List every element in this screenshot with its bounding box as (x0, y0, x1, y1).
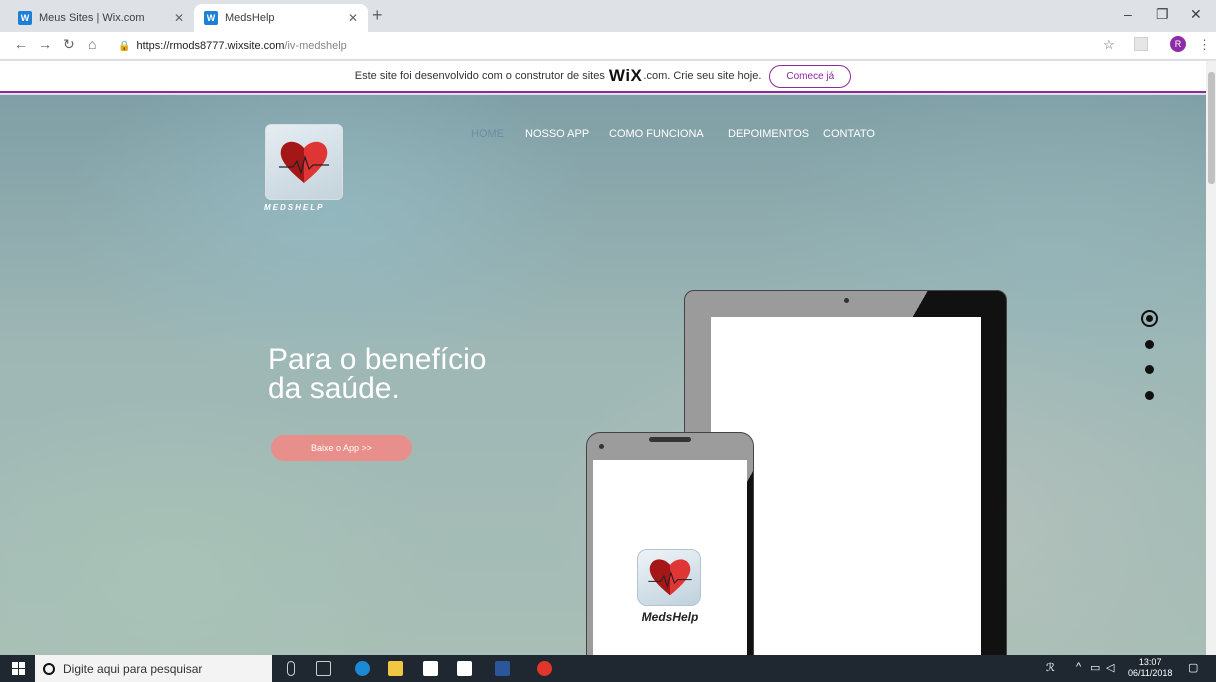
tray-chevron-icon[interactable]: ^ (1076, 661, 1081, 673)
logo-text: MEDSHELP (264, 203, 325, 212)
nav-como-funciona[interactable]: COMO FUNCIONA (609, 128, 704, 140)
headline-line-1: Para o benefício (268, 343, 487, 376)
wix-banner-text: Este site foi desenvolvido com o constru… (354, 70, 605, 82)
comece-ja-button[interactable]: Comece já (769, 64, 852, 88)
wix-banner-text-after: .com. Crie seu site hoje. (643, 70, 762, 82)
cortana-icon (43, 662, 55, 675)
windows-start-icon[interactable] (12, 662, 25, 675)
wix-logo: WiX (608, 66, 643, 85)
address-bar[interactable]: 🔒 https://rmods8777.wixsite.com/iv-medsh… (118, 36, 1098, 56)
new-tab-button[interactable]: + (372, 5, 383, 26)
wix-banner: Este site foi desenvolvido com o constru… (0, 61, 1206, 93)
reload-icon[interactable]: ↻ (63, 36, 75, 53)
mail-icon[interactable] (457, 661, 472, 676)
people-icon[interactable]: ℛ (1046, 661, 1055, 674)
wix-favicon-icon: W (204, 11, 218, 25)
tab-close-icon[interactable]: ✕ (348, 11, 358, 25)
phone-speaker (649, 437, 691, 442)
forward-icon[interactable]: → (38, 36, 52, 52)
nav-nosso-app[interactable]: NOSSO APP (525, 128, 589, 140)
notifications-icon[interactable]: ▢ (1188, 661, 1198, 674)
slide-dot-3[interactable] (1145, 365, 1154, 374)
heart-icon (648, 559, 692, 596)
scrollbar-thumb[interactable] (1208, 72, 1215, 184)
wix-favicon-icon: W (18, 11, 32, 25)
nav-contato[interactable]: CONTATO (823, 128, 875, 140)
tab-title: Meus Sites | Wix.com (39, 12, 145, 24)
restore-icon[interactable]: ❐ (1156, 6, 1169, 23)
browser-toolbar: ← → ↻ ⌂ 🔒 https://rmods8777.wixsite.com /… (0, 32, 1216, 60)
download-app-button[interactable]: Baixe o App >> (271, 435, 412, 461)
taskbar-search[interactable]: Digite aqui para pesquisar (35, 655, 272, 682)
slide-dot-1[interactable] (1141, 310, 1158, 327)
close-window-icon[interactable]: ✕ (1190, 6, 1202, 23)
profile-avatar[interactable]: R (1170, 36, 1186, 52)
nav-home[interactable]: HOME (471, 128, 504, 140)
url-path: /iv-medshelp (284, 40, 347, 52)
clock-date: 06/11/2018 (1128, 668, 1173, 678)
extension-icon[interactable] (1134, 37, 1148, 51)
bookmark-star-icon[interactable]: ☆ (1103, 37, 1115, 53)
medshelp-app-icon (637, 549, 701, 606)
back-icon[interactable]: ← (14, 36, 28, 52)
phone-camera (599, 444, 604, 449)
search-placeholder: Digite aqui para pesquisar (63, 661, 203, 676)
edge-icon[interactable] (355, 661, 370, 676)
tab-title: MedsHelp (225, 12, 275, 24)
file-explorer-icon[interactable] (388, 661, 403, 676)
slide-dot-4[interactable] (1145, 391, 1154, 400)
hero-headline: Para o benefício da saúde. (268, 343, 487, 405)
app-label: MedsHelp (641, 610, 699, 624)
menu-kebab-icon[interactable]: ⋮ (1198, 37, 1211, 53)
nav-depoimentos[interactable]: DEPOIMENTOS (728, 128, 809, 140)
store-icon[interactable] (423, 661, 438, 676)
phone-mockup: MedsHelp (586, 432, 754, 655)
system-clock[interactable]: 13:07 06/11/2018 (1128, 657, 1172, 679)
volume-icon[interactable]: ◁ (1106, 661, 1114, 674)
heart-icon (279, 141, 329, 183)
tab-medshelp[interactable]: W MedsHelp ✕ (194, 4, 368, 32)
minimize-icon[interactable]: – (1124, 6, 1132, 22)
hero-section: MEDSHELP HOME NOSSO APP COMO FUNCIONA DE… (0, 95, 1206, 655)
slide-dot-2[interactable] (1145, 340, 1154, 349)
word-icon[interactable] (495, 661, 510, 676)
network-icon[interactable]: ▭ (1090, 661, 1100, 674)
tablet-camera (844, 298, 849, 303)
task-view-icon[interactable] (316, 661, 331, 676)
lock-icon: 🔒 (118, 40, 131, 52)
home-icon[interactable]: ⌂ (88, 36, 96, 52)
clock-time: 13:07 (1138, 657, 1162, 667)
phone-screen: MedsHelp (593, 460, 747, 655)
medshelp-logo[interactable] (265, 124, 343, 200)
tab-close-icon[interactable]: ✕ (174, 11, 184, 25)
browser-tab-strip: W Meus Sites | Wix.com ✕ W MedsHelp ✕ + … (0, 0, 1216, 32)
windows-taskbar: Digite aqui para pesquisar ℛ ^ ▭ ◁ 13:07… (0, 655, 1216, 682)
headline-line-2: da saúde. (268, 372, 400, 405)
tab-meus-sites[interactable]: W Meus Sites | Wix.com ✕ (8, 4, 194, 32)
url-host: https://rmods8777.wixsite.com (136, 40, 285, 52)
chrome-icon[interactable] (537, 661, 552, 676)
microphone-icon[interactable] (287, 661, 295, 676)
